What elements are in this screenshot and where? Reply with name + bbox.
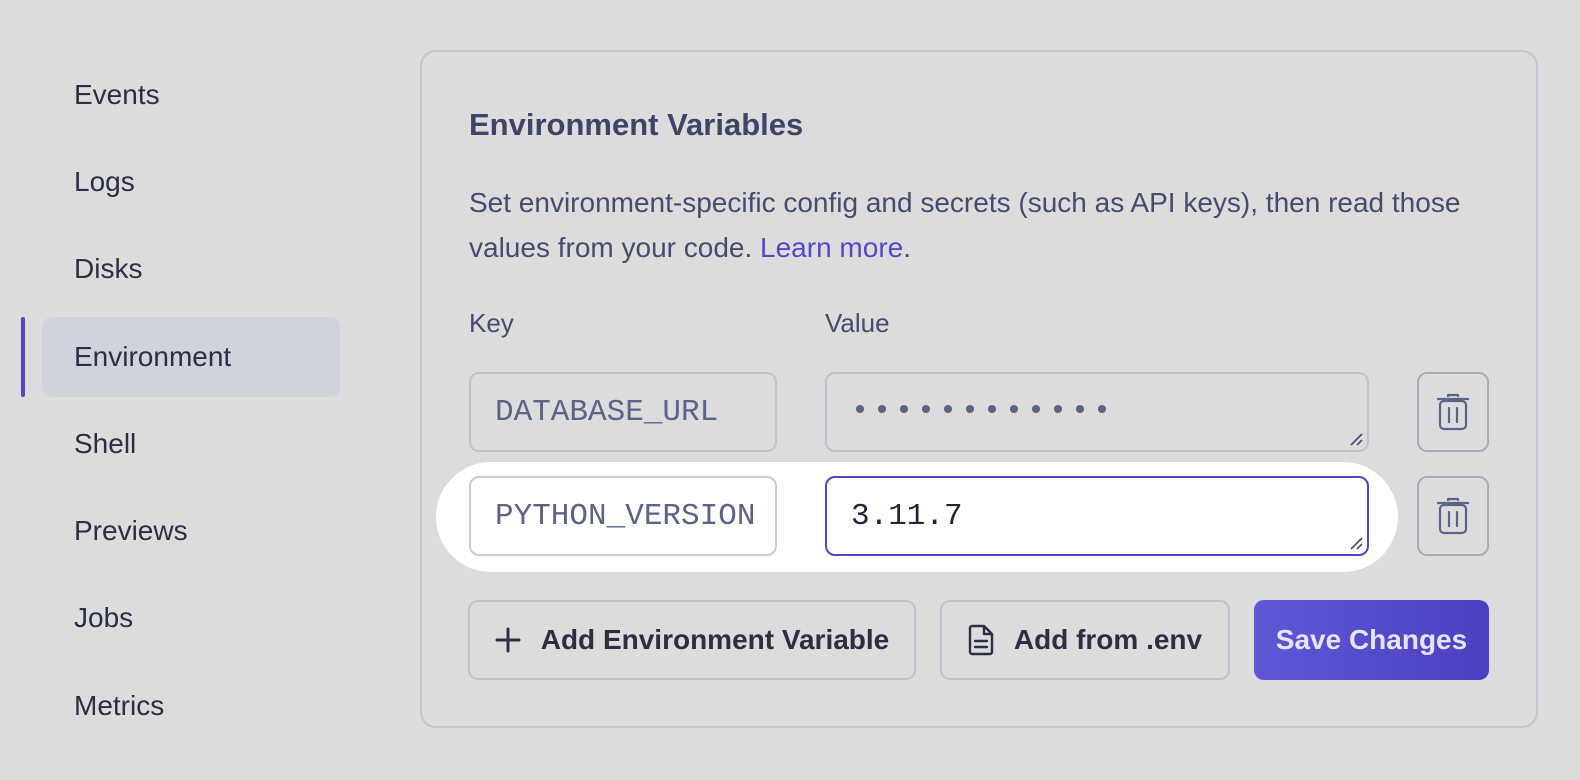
add-from-env-button[interactable]: Add from .env <box>940 600 1230 680</box>
sidebar-item-metrics[interactable]: Metrics <box>42 666 340 746</box>
env-value-input[interactable]: 3.11.7 <box>825 476 1369 556</box>
sidebar-item-jobs[interactable]: Jobs <box>42 578 340 658</box>
sidebar-item-previews[interactable]: Previews <box>42 491 340 571</box>
page: Events Logs Disks Environment Shell Prev… <box>0 0 1580 780</box>
delete-variable-button[interactable] <box>1417 372 1489 452</box>
masked-value: •••••••••••• <box>851 395 1116 429</box>
resize-grip-icon[interactable] <box>1349 432 1363 446</box>
env-key-input[interactable]: PYTHON_VERSION <box>469 476 777 556</box>
env-value-input[interactable]: •••••••••••• <box>825 372 1369 452</box>
card-title: Environment Variables <box>469 107 804 142</box>
sidebar-item-environment[interactable]: Environment <box>42 317 340 397</box>
delete-variable-button[interactable] <box>1417 476 1489 556</box>
value-text: 3.11.7 <box>851 498 963 534</box>
sidebar-item-disks[interactable]: Disks <box>42 229 340 309</box>
resize-grip-icon[interactable] <box>1349 536 1363 550</box>
sidebar-item-events[interactable]: Events <box>42 55 340 135</box>
plus-icon <box>495 627 521 653</box>
trash-icon <box>1436 497 1470 535</box>
sidebar-item-logs[interactable]: Logs <box>42 142 340 222</box>
sidebar-nav: Events Logs Disks Environment Shell Prev… <box>0 0 360 780</box>
learn-more-link[interactable]: Learn more <box>760 232 903 263</box>
trash-icon <box>1436 393 1470 431</box>
sidebar-item-shell[interactable]: Shell <box>42 404 340 484</box>
value-column-label: Value <box>825 308 890 338</box>
add-environment-variable-button[interactable]: Add Environment Variable <box>468 600 916 680</box>
env-key-input[interactable]: DATABASE_URL <box>469 372 777 452</box>
description-text: Set environment-specific config and secr… <box>469 187 1461 263</box>
save-changes-button[interactable]: Save Changes <box>1254 600 1489 680</box>
document-icon <box>968 624 994 656</box>
description-period: . <box>903 232 911 263</box>
key-column-label: Key <box>469 308 514 338</box>
add-environment-variable-label: Add Environment Variable <box>540 624 890 655</box>
card-description: Set environment-specific config and secr… <box>469 180 1479 270</box>
active-nav-indicator <box>21 317 25 397</box>
add-from-env-label: Add from .env <box>1013 624 1203 655</box>
